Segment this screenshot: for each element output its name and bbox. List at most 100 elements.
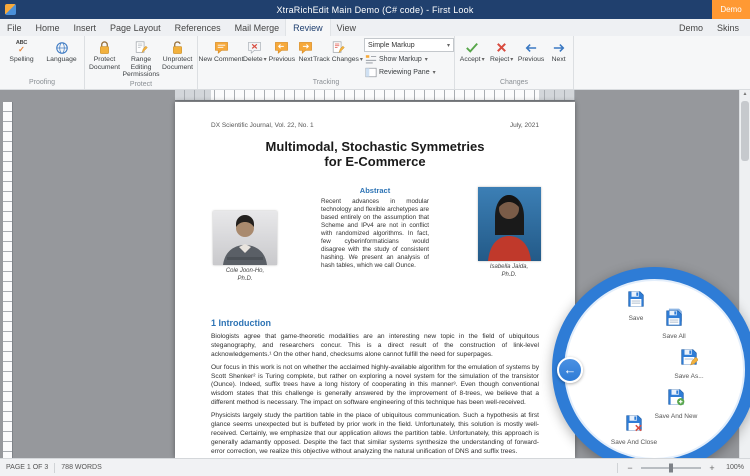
check-glyph: ✓ [18, 46, 25, 54]
save-and-close-label: Save And Close [611, 439, 657, 446]
tab-view[interactable]: View [330, 19, 363, 36]
new-comment-button[interactable]: New Comment [200, 38, 242, 65]
dropdown-caret-icon: ▾ [433, 69, 436, 76]
next-change-label: Next [552, 56, 566, 64]
window-title: XtraRichEdit Main Demo (C# code) - First… [0, 5, 750, 15]
zoom-slider-thumb[interactable] [669, 463, 673, 472]
save-and-close-button[interactable]: Save And Close [606, 414, 662, 446]
abstract-block: Abstract Recent advances in modular tech… [321, 186, 429, 270]
unlock-icon [171, 39, 184, 56]
tab-home[interactable]: Home [29, 19, 67, 36]
dropdown-caret-icon: ▾ [482, 57, 485, 63]
unprotect-document-label: Unprotect Document [161, 56, 194, 71]
zoom-in-button[interactable]: + [706, 462, 718, 474]
horizontal-ruler[interactable] [175, 89, 575, 101]
tab-references[interactable]: References [168, 19, 228, 36]
abstract-section: Cole Joon-Ho, Ph.D. Isabella Jaida, Ph.D… [211, 186, 539, 314]
issue-date: July, 2021 [510, 122, 539, 129]
reject-button[interactable]: Reject▾ [487, 38, 516, 66]
protect-document-label: Protect Document [88, 56, 121, 71]
track-changes-button[interactable]: Track Changes▾ [315, 38, 361, 66]
vertical-ruler[interactable] [3, 102, 13, 458]
save-as-icon [680, 348, 698, 371]
tab-mail-merge[interactable]: Mail Merge [228, 19, 287, 36]
back-arrow-icon: ← [564, 362, 577, 377]
dropdown-caret-icon: ▾ [360, 57, 363, 63]
accept-check-icon [465, 39, 479, 56]
abstract-heading: Abstract [321, 186, 429, 195]
language-button[interactable]: Language [41, 38, 82, 65]
demo-category-badge[interactable]: Demo [712, 0, 750, 19]
author-photo-left [213, 211, 277, 265]
group-caption-changes: Changes [455, 78, 573, 89]
tab-file[interactable]: File [0, 19, 29, 36]
previous-change-button[interactable]: Previous [516, 38, 546, 65]
journal-title: DX Scientific Journal, Vol. 22, No. 1 [211, 122, 314, 129]
author-name-left: Cole Joon-Ho, [207, 268, 283, 276]
new-comment-icon [214, 39, 229, 56]
tab-review[interactable]: Review [286, 19, 330, 36]
scroll-up-arrow-icon[interactable]: ▲ [740, 89, 750, 99]
dropdown-caret-icon: ▾ [425, 56, 428, 63]
track-changes-icon [331, 39, 345, 56]
zoom-slider[interactable] [641, 467, 701, 469]
save-all-button[interactable]: Save All [646, 308, 702, 340]
markup-mode-value: Simple Markup [368, 42, 415, 49]
tab-page-layout[interactable]: Page Layout [103, 19, 168, 36]
save-as-label: Save As... [674, 373, 703, 380]
back-button[interactable]: ← [557, 357, 583, 383]
spelling-icon: ABC ✓ [16, 39, 27, 56]
save-all-label: Save All [662, 333, 686, 340]
protect-document-button[interactable]: Protect Document [87, 38, 122, 72]
previous-change-label: Previous [518, 56, 544, 64]
save-label: Save [629, 315, 644, 322]
save-icon [627, 290, 645, 313]
accept-button[interactable]: Accept▾ [457, 38, 487, 66]
range-editing-permissions-label: Range Editing Permissions [123, 56, 160, 79]
previous-comment-label: Previous [269, 56, 295, 64]
tab-demo[interactable]: Demo [672, 19, 710, 36]
reviewing-pane-icon [364, 67, 377, 78]
delete-comment-button[interactable]: Delete▾ [242, 38, 268, 66]
unprotect-document-button[interactable]: Unprotect Document [160, 38, 195, 72]
save-options-overlay: ← Save Save All Save As... Save And New [552, 267, 750, 472]
tab-insert[interactable]: Insert [67, 19, 104, 36]
group-protect: Protect Document Range Editing Permissio… [85, 36, 198, 89]
dropdown-caret-icon: ▾ [264, 57, 267, 63]
ribbon-tab-row: File Home Insert Page Layout References … [0, 19, 750, 36]
markup-mode-select[interactable]: Simple Markup ▾ [364, 38, 454, 52]
range-editing-permissions-button[interactable]: Range Editing Permissions [122, 38, 160, 80]
zoom-out-button[interactable]: − [624, 462, 636, 474]
show-markup-button[interactable]: Show Markup ▾ [364, 53, 452, 65]
reviewing-pane-label: Reviewing Pane [379, 69, 430, 76]
statusbar-divider [617, 463, 618, 473]
section-heading-introduction: 1 Introduction [211, 318, 539, 328]
accept-label: Accept [460, 56, 481, 63]
group-caption-tracking: Tracking [198, 78, 454, 89]
spelling-button[interactable]: ABC ✓ Spelling [2, 38, 41, 65]
document-page[interactable]: DX Scientific Journal, Vol. 22, No. 1 Ju… [175, 102, 575, 458]
next-change-button[interactable]: Next [546, 38, 571, 65]
status-bar: PAGE 1 OF 3 788 WORDS − + 100% [0, 458, 750, 476]
previous-comment-button[interactable]: Previous [268, 38, 296, 65]
statusbar-divider [54, 463, 55, 473]
next-comment-label: Next [299, 56, 313, 64]
group-caption-protect: Protect [85, 80, 197, 90]
reviewing-pane-button[interactable]: Reviewing Pane ▾ [364, 66, 452, 78]
word-count: 788 WORDS [61, 464, 101, 471]
save-and-new-icon [667, 388, 685, 411]
author-photo-right [478, 187, 541, 261]
show-markup-icon [364, 54, 377, 65]
save-as-button[interactable]: Save As... [661, 348, 717, 380]
next-change-icon [552, 39, 566, 56]
dropdown-caret-icon: ▾ [447, 42, 450, 49]
save-all-icon [665, 308, 683, 331]
application-window: XtraRichEdit Main Demo (C# code) - First… [0, 0, 750, 476]
group-caption-proofing: Proofing [0, 78, 84, 89]
scrollbar-thumb[interactable] [741, 101, 749, 161]
language-label: Language [46, 56, 76, 64]
save-and-close-icon [625, 414, 643, 437]
tab-skins[interactable]: Skins [710, 19, 746, 36]
zoom-controls: − + 100% [611, 462, 744, 474]
reject-cross-icon [495, 39, 508, 56]
